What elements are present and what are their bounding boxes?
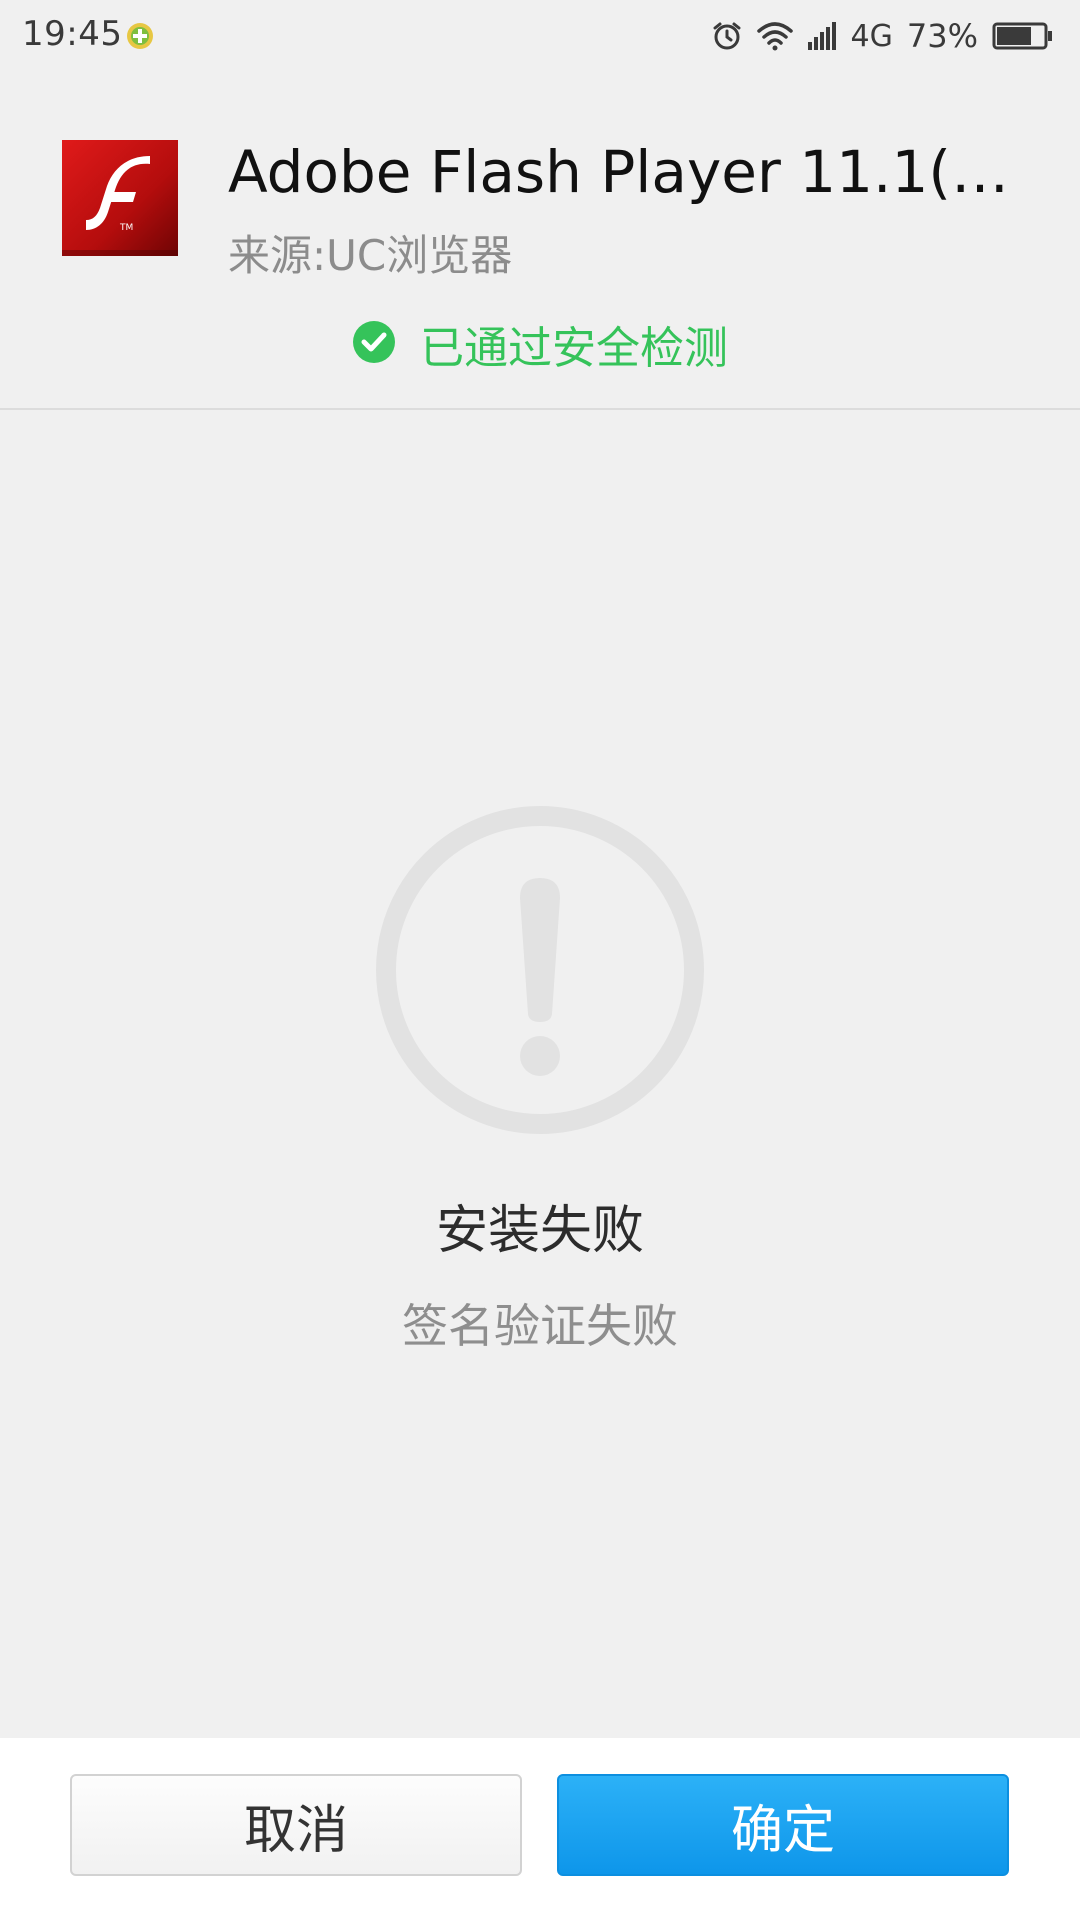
status-bar: 19:45 4G 73% <box>0 0 1080 72</box>
status-time: 19:45 <box>22 14 123 54</box>
svg-text:TM: TM <box>119 223 133 233</box>
install-failed-reason: 签名验证失败 <box>402 1299 678 1353</box>
signal-icon <box>807 21 837 51</box>
wifi-icon <box>756 21 793 51</box>
bottom-action-bar: 取消 确定 <box>0 1738 1080 1920</box>
check-circle-icon <box>352 320 396 368</box>
battery-icon <box>992 21 1054 51</box>
flash-player-icon: TM <box>60 138 180 258</box>
install-failed-title: 安装失败 <box>435 1201 644 1261</box>
security-status: 已通过安全检测 <box>0 312 1080 376</box>
cancel-button[interactable]: 取消 <box>70 1774 522 1876</box>
status-right-group: 4G 73% <box>711 14 1054 58</box>
alarm-icon <box>711 20 743 52</box>
warning-icon <box>376 806 704 1134</box>
notification-app-icon <box>125 20 155 50</box>
battery-percent: 73% <box>906 17 978 55</box>
security-text: 已通过安全检测 <box>420 323 728 374</box>
app-header: TM Adobe Flash Player 11.1(11.1.115.81) … <box>0 72 1080 410</box>
app-source: 来源:UC浏览器 <box>228 231 513 280</box>
app-name: Adobe Flash Player 11.1(11.1.115.81) <box>228 138 1028 206</box>
network-type: 4G <box>850 18 893 54</box>
confirm-button[interactable]: 确定 <box>557 1774 1009 1876</box>
